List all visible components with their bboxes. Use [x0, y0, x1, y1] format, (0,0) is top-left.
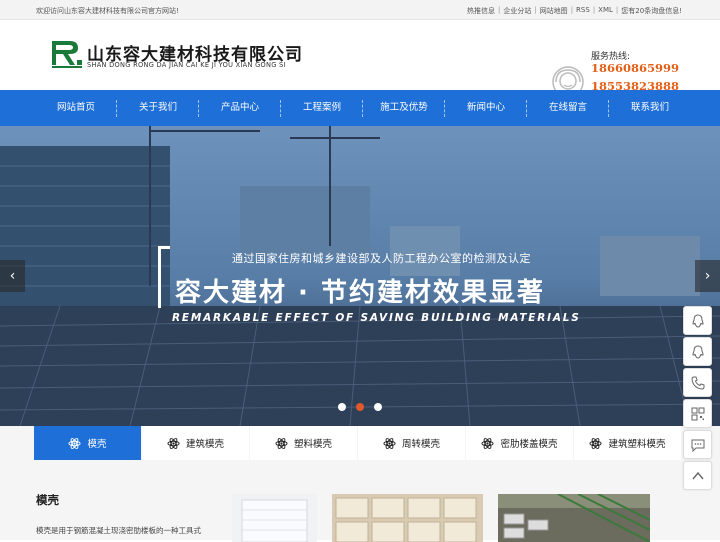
- product-thumbnail-3[interactable]: [498, 494, 650, 542]
- brand-name-en: SHAN DONG RONG DA JIAN CAI KE JI YOU XIA…: [87, 61, 286, 69]
- product-thumbnail-1[interactable]: [232, 494, 317, 542]
- product-thumbnail-2[interactable]: [332, 494, 483, 542]
- top-link-hot[interactable]: 热推信息: [467, 6, 495, 16]
- slide-dot-2[interactable]: [356, 403, 364, 411]
- atom-icon: [167, 437, 180, 449]
- chevron-right-icon: ›: [704, 268, 711, 284]
- qrcode-icon: [691, 407, 704, 420]
- category-tab-5[interactable]: 密肋楼盖模壳: [466, 426, 573, 460]
- atom-icon: [589, 437, 603, 449]
- message-button[interactable]: [683, 430, 712, 459]
- category-tab-4[interactable]: 周转模壳: [358, 426, 465, 460]
- nav-home[interactable]: 网站首页: [35, 90, 117, 126]
- chevron-left-icon: ‹: [9, 268, 16, 284]
- welcome-text: 欢迎访问山东容大建材科技有限公司官方网站!: [36, 7, 179, 15]
- nav-construction[interactable]: 施工及优势: [363, 90, 445, 126]
- top-links: 热推信息 | 企业分站 | 网站地图 | RSS | XML | 您有20条询盘信息!: [466, 6, 682, 16]
- category-label-2: 建筑模壳: [185, 439, 224, 450]
- top-bar: 欢迎访问山东容大建材科技有限公司官方网站! 热推信息 | 企业分站 | 网站地图 | …: [0, 0, 720, 20]
- nav-contact[interactable]: 联系我们: [609, 90, 691, 126]
- atom-icon: [275, 437, 288, 449]
- next-slide-button[interactable]: ›: [695, 260, 720, 292]
- hero-banner: 通过国家住房和城乡建设部及人防工程办公室的检测及认定 容大建材 · 节约建材效果…: [0, 126, 720, 426]
- category-tab-3[interactable]: 塑料模壳: [250, 426, 357, 460]
- qq-icon: [691, 344, 704, 359]
- qq-button-1[interactable]: [683, 306, 712, 335]
- atom-icon: [383, 437, 396, 449]
- banner-english: REMARKABLE EFFECT OF SAVING BUILDING MAT…: [172, 312, 581, 324]
- section-description: 模壳是用于钢筋混凝土现浇密肋楼板的一种工具式: [36, 526, 201, 535]
- nav-news[interactable]: 新闻中心: [445, 90, 527, 126]
- qq-icon: [691, 313, 704, 328]
- top-link-xml[interactable]: XML: [598, 6, 613, 16]
- category-tab-6[interactable]: 建筑塑料模壳: [574, 426, 681, 460]
- nav-products[interactable]: 产品中心: [199, 90, 281, 126]
- header: 山东容大建材科技有限公司 SHAN DONG RONG DA JIAN CAI …: [0, 20, 720, 111]
- category-tabs: 模壳 建筑模壳 塑料模壳 周转模壳 密肋楼盖模壳 建筑塑料模壳: [0, 426, 720, 462]
- category-label-1: 模壳: [87, 439, 107, 450]
- slide-dots: [338, 403, 382, 411]
- nav-message[interactable]: 在线留言: [527, 90, 609, 126]
- section-title: 模壳: [36, 493, 59, 507]
- product-section: 模壳 模壳是用于钢筋混凝土现浇密肋楼板的一种工具式: [0, 462, 720, 542]
- top-link-sitemap[interactable]: 网站地图: [540, 6, 568, 16]
- atom-icon: [68, 437, 82, 449]
- back-to-top-button[interactable]: [683, 461, 712, 490]
- slogan-bracket: [158, 246, 170, 308]
- nav-about[interactable]: 关于我们: [117, 90, 199, 126]
- main-nav: 网站首页 关于我们 产品中心 工程案例 施工及优势 新闻中心 在线留言 联系我们: [0, 90, 720, 126]
- top-link-rss[interactable]: RSS: [576, 6, 590, 16]
- top-link-branch[interactable]: 企业分站: [503, 6, 531, 16]
- qrcode-button[interactable]: [683, 399, 712, 428]
- category-label-4: 周转模壳: [401, 439, 440, 450]
- company-logo[interactable]: [52, 41, 84, 69]
- nav-cases[interactable]: 工程案例: [281, 90, 363, 126]
- slide-dot-3[interactable]: [374, 403, 382, 411]
- phone-icon: [690, 376, 704, 390]
- slide-dot-1[interactable]: [338, 403, 346, 411]
- phone-button[interactable]: [683, 368, 712, 397]
- banner-title: 容大建材 · 节约建材效果显著: [175, 278, 545, 308]
- qq-button-2[interactable]: [683, 337, 712, 366]
- category-label-5: 密肋楼盖模壳: [500, 439, 558, 450]
- banner-subtitle: 通过国家住房和城乡建设部及人防工程办公室的检测及认定: [232, 252, 531, 265]
- floating-sidebar: [683, 306, 712, 490]
- prev-slide-button[interactable]: ‹: [0, 260, 25, 292]
- category-label-3: 塑料模壳: [293, 439, 332, 450]
- category-label-6: 建筑塑料模壳: [608, 439, 666, 450]
- atom-icon: [481, 437, 495, 449]
- top-link-inquiry[interactable]: 您有20条询盘信息!: [621, 6, 682, 16]
- category-tab-1[interactable]: 模壳: [34, 426, 141, 460]
- category-tab-2[interactable]: 建筑模壳: [142, 426, 249, 460]
- chat-icon: [691, 439, 704, 452]
- chevron-up-icon: [691, 471, 704, 479]
- phone-number-1: 18660865999: [591, 61, 680, 75]
